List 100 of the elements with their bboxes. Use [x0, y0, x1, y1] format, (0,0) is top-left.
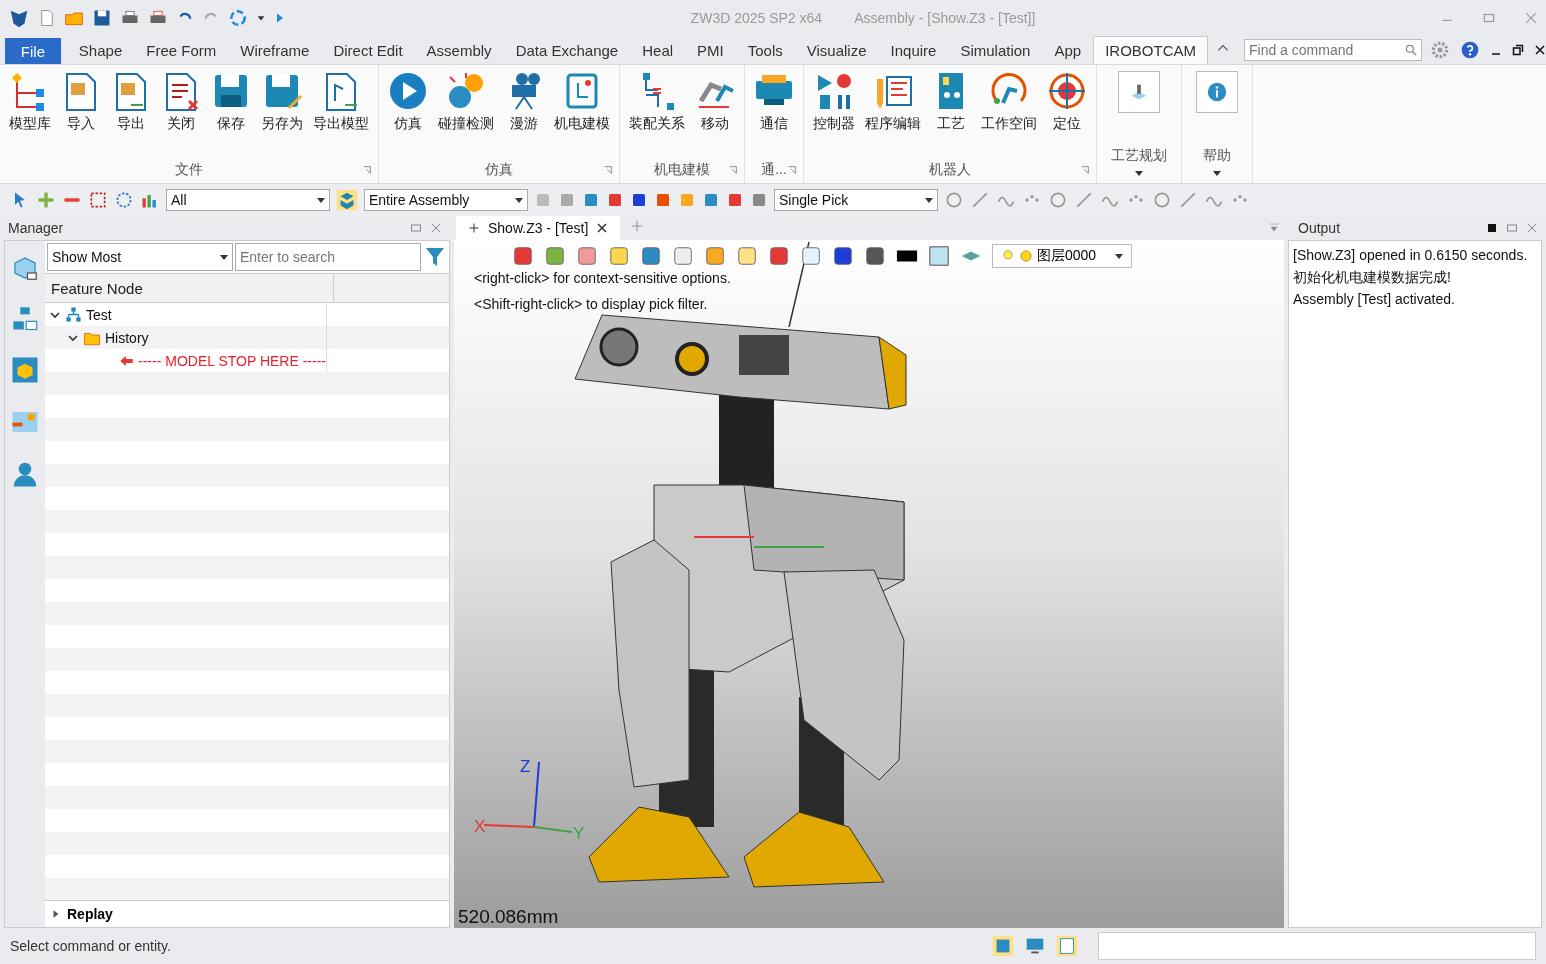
sun-icon [1019, 249, 1033, 263]
add-tab-icon[interactable] [630, 219, 645, 233]
ribbon-button[interactable]: 工作空间 [978, 71, 1040, 157]
ribbon-tab[interactable]: Direct Edit [321, 36, 415, 64]
circle-icon[interactable] [114, 190, 134, 210]
hierarchy-icon [65, 306, 82, 323]
ribbon-tab[interactable]: Assembly [414, 36, 504, 64]
ribbon-button[interactable]: 保存 [208, 71, 254, 157]
circle-icon[interactable] [1048, 190, 1068, 210]
dropdown-caret-icon[interactable] [256, 13, 266, 23]
panel-menu-icon[interactable] [1268, 221, 1280, 233]
ribbon-tab[interactable]: Data Exchange [503, 36, 631, 64]
ribbon-button[interactable]: 模型库 [6, 71, 54, 157]
text-icon[interactable] [992, 935, 1014, 957]
play-icon [388, 71, 428, 111]
plus-icon[interactable] [36, 190, 56, 210]
axis-label: X [474, 817, 486, 836]
document-title: Assembly - [Show.Z3 - [Test]] [854, 10, 1036, 26]
scale-readout: 520.086mm [458, 906, 559, 928]
output-line: [Show.Z3] opened in 0.6150 seconds. [1293, 246, 1529, 265]
file-menu-button[interactable]: File [5, 38, 61, 64]
command-search-field[interactable]: Find a command [1244, 39, 1422, 61]
ribbon-button[interactable]: 工艺 [928, 71, 974, 157]
pick-mode-dropdown[interactable]: Single Pick [774, 189, 938, 211]
ribbon-group-label: 机电建模 [654, 161, 710, 179]
ribbon-tab[interactable]: PMI [685, 36, 736, 64]
ribbon-button[interactable]: 漫游 [501, 71, 547, 157]
tree-item[interactable]: Test [86, 306, 112, 323]
filter-dropdown[interactable]: All [166, 189, 330, 211]
stop-icon[interactable] [1486, 222, 1498, 234]
ribbon-tab[interactable]: Simulation [948, 36, 1043, 64]
ribbon-tab[interactable]: IROBOTCAM [1093, 36, 1208, 64]
close-icon[interactable] [1534, 44, 1546, 56]
dialog-launcher-icon[interactable] [362, 165, 372, 175]
ribbon-tab[interactable]: App [1042, 36, 1094, 64]
dropdown-caret-icon [220, 254, 228, 260]
ribbon-tab[interactable]: Inquire [878, 36, 949, 64]
axis-label: Y [573, 824, 585, 843]
dropdown-caret-icon [1115, 253, 1123, 259]
ribbon-button[interactable]: 仿真 [385, 71, 431, 157]
ribbon-tab[interactable]: Wireframe [228, 36, 322, 64]
ribbon-button[interactable]: 导出 [108, 71, 154, 157]
circle-icon[interactable] [1152, 190, 1172, 210]
ribbon-tab[interactable]: Heal [630, 36, 686, 64]
document-tab[interactable]: Show.Z3 - [Test] [456, 216, 621, 240]
search-icon [1404, 43, 1418, 57]
dialog-launcher-icon[interactable] [728, 165, 738, 175]
app-title: ZW3D 2025 SP2 x64 [690, 10, 823, 26]
ribbon-tab[interactable]: Shape [66, 36, 135, 64]
ribbon-button[interactable]: 导入 [58, 71, 104, 157]
output-line: 初始化机电建模数据完成! [1293, 268, 1452, 287]
new-file-icon[interactable] [38, 9, 56, 27]
scope-dropdown[interactable]: Entire Assembly [364, 189, 528, 211]
dialog-launcher-icon[interactable] [603, 165, 613, 175]
replay-label[interactable]: Replay [67, 906, 113, 922]
ribbon-button[interactable]: 控制器 [810, 71, 858, 157]
background-swatch-icon[interactable] [928, 245, 950, 267]
dropdown-caret-icon [1135, 171, 1143, 176]
box-icon[interactable] [10, 355, 40, 385]
restore-icon[interactable] [1512, 44, 1524, 56]
ribbon-dropdown-button[interactable]: 帮助 [1182, 65, 1253, 183]
ribbon-button[interactable]: 碰撞检测 [435, 71, 497, 157]
ribbon-button[interactable]: 导出模型 [310, 71, 372, 157]
help-icon[interactable] [1460, 40, 1480, 60]
output-line: Assembly [Test] activated. [1293, 290, 1456, 309]
show-mode-dropdown[interactable]: Show Most [47, 243, 233, 271]
line-icon[interactable] [1178, 190, 1198, 210]
hierarchy-icon[interactable] [11, 305, 39, 333]
panel-title: Manager [8, 220, 64, 236]
refresh-icon[interactable] [228, 8, 248, 28]
info-icon [1206, 81, 1228, 103]
dialog-launcher-icon[interactable] [1080, 165, 1090, 175]
hint-text: <right-click> for context-sensitive options. [474, 270, 731, 286]
tree-item[interactable]: History [105, 329, 149, 346]
ribbon-button[interactable]: 程序编辑 [862, 71, 924, 157]
ribbon-tab[interactable]: Tools [735, 36, 795, 64]
ribbon-button[interactable]: 定位 [1044, 71, 1090, 157]
circle-icon[interactable] [944, 190, 964, 210]
hint-text: <Shift-right-click> to display pick filter. [474, 296, 708, 312]
ribbon-button[interactable]: 关闭 [158, 71, 204, 157]
line-icon[interactable] [970, 190, 990, 210]
search-field[interactable]: Enter to search [235, 243, 421, 271]
stop-marker-text: ----- MODEL STOP HERE ----- [138, 352, 326, 369]
settings-icon[interactable] [1430, 40, 1450, 60]
expand-arrow-icon[interactable] [51, 909, 61, 919]
dialog-launcher-icon[interactable] [787, 165, 797, 175]
line-icon[interactable] [1074, 190, 1094, 210]
ribbon-button[interactable]: 机电建模 [551, 71, 613, 157]
dropdown-caret-icon [515, 197, 523, 203]
panel-title: Output [1298, 220, 1341, 236]
ribbon-tab[interactable]: Visualize [794, 36, 879, 64]
ribbon-tab[interactable]: Free Form [134, 36, 229, 64]
ribbon-dropdown-button[interactable]: 工艺规划 [1097, 65, 1182, 183]
ribbon-button[interactable]: 另存为 [258, 71, 306, 157]
ribbon-button[interactable]: 装配关系 [626, 71, 688, 157]
ribbon-button[interactable]: 移动 [692, 71, 738, 157]
ribbon-button[interactable]: 通信 [751, 71, 797, 157]
assembly-select-icon[interactable] [336, 189, 358, 211]
dropdown-caret-icon [925, 197, 933, 203]
layer-dropdown[interactable]: 图层0000 [992, 244, 1132, 268]
